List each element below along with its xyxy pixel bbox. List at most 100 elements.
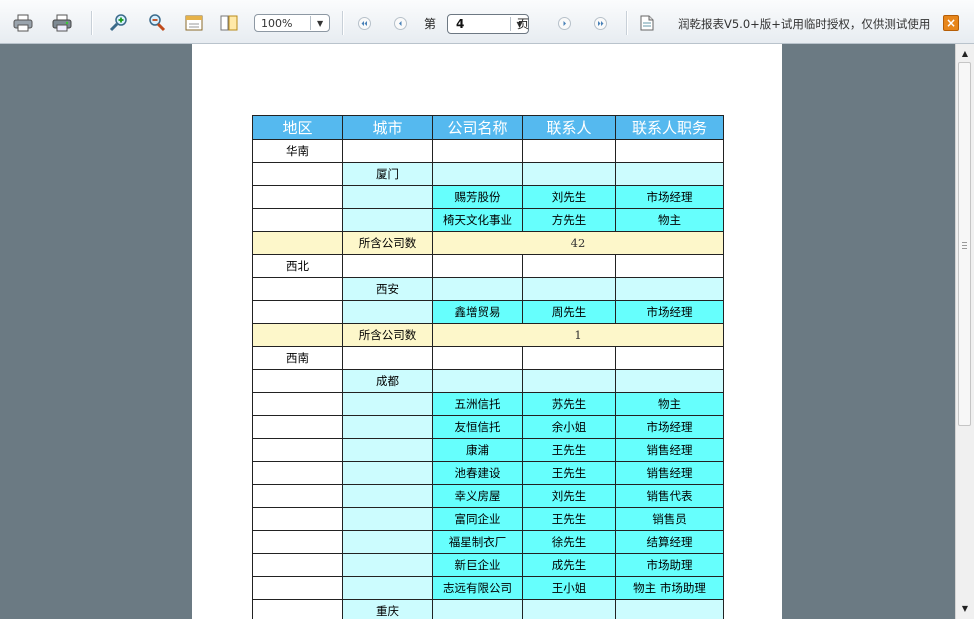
contact-title-cell: 销售经理 (615, 461, 724, 485)
region-cell (252, 162, 343, 186)
contact-title-cell: 市场助理 (615, 553, 724, 577)
table-row-city: 厦门 (252, 162, 724, 186)
city-cell: 成都 (342, 369, 433, 393)
table-row-detail: 康浦 王先生 销售经理 (252, 438, 724, 462)
first-page-icon[interactable] (355, 13, 373, 33)
table-row-region: 西南 (252, 346, 724, 370)
scroll-down-icon[interactable]: ▼ (958, 601, 972, 615)
toolbar-separator (342, 11, 344, 35)
contact-title-cell: 结算经理 (615, 530, 724, 554)
header-contact: 联系人 (522, 115, 616, 140)
contact-title-cell: 市场经理 (615, 300, 724, 324)
chevron-down-icon[interactable]: ▼ (310, 16, 329, 30)
next-page-icon[interactable] (555, 13, 573, 33)
page-setup-icon[interactable] (183, 13, 205, 33)
region-cell: 西北 (252, 254, 343, 278)
close-icon[interactable]: × (943, 15, 959, 31)
company-cell (432, 162, 523, 186)
company-cell (432, 254, 523, 278)
company-cell (432, 369, 523, 393)
fit-page-icon[interactable] (218, 13, 240, 33)
company-cell: 幸义房屋 (432, 484, 523, 508)
region-cell (252, 323, 343, 347)
toolbar-separator (91, 11, 93, 35)
contact-cell: 余小姐 (522, 415, 616, 439)
company-cell: 鑫增贸易 (432, 300, 523, 324)
scroll-up-icon[interactable]: ▲ (958, 46, 972, 60)
contact-cell: 周先生 (522, 300, 616, 324)
city-cell (342, 507, 433, 531)
contact-cell: 刘先生 (522, 185, 616, 209)
contact-cell: 徐先生 (522, 530, 616, 554)
table-row-detail: 新巨企业 成先生 市场助理 (252, 553, 724, 577)
contact-cell (522, 277, 616, 301)
header-city: 城市 (342, 115, 433, 140)
subtotal-value: 42 (432, 231, 724, 255)
header-company: 公司名称 (432, 115, 523, 140)
table-row-detail: 赐芳股份 刘先生 市场经理 (252, 185, 724, 209)
last-page-icon[interactable] (591, 13, 609, 33)
contact-cell: 成先生 (522, 553, 616, 577)
region-cell (252, 185, 343, 209)
region-cell (252, 300, 343, 324)
table-row-subtotal: 所含公司数 42 (252, 231, 724, 255)
city-cell (342, 530, 433, 554)
header-contact-title: 联系人职务 (615, 115, 724, 140)
contact-title-cell: 物主 (615, 208, 724, 232)
contact-cell (522, 139, 616, 163)
license-notice: 润乾报表V5.0+版+试用临时授权，仅供测试使用 (678, 17, 931, 31)
region-cell (252, 208, 343, 232)
company-cell: 康浦 (432, 438, 523, 462)
region-cell (252, 576, 343, 600)
grip-icon (962, 242, 967, 251)
subtotal-label: 所含公司数 (342, 323, 433, 347)
company-cell: 椅天文化事业 (432, 208, 523, 232)
region-cell (252, 438, 343, 462)
contact-title-cell (615, 162, 724, 186)
print-icon[interactable] (12, 13, 34, 33)
city-cell: 厦门 (342, 162, 433, 186)
table-row-subtotal: 所含公司数 1 (252, 323, 724, 347)
zoom-in-icon[interactable] (108, 13, 130, 33)
zoom-select[interactable]: 100% ▼ (254, 14, 330, 32)
company-cell (432, 277, 523, 301)
table-header-row: 地区 城市 公司名称 联系人 联系人职务 (252, 115, 724, 140)
region-cell (252, 553, 343, 577)
vertical-scrollbar[interactable]: ▲ ▼ (955, 44, 974, 619)
company-cell: 富同企业 (432, 507, 523, 531)
contact-title-cell: 销售代表 (615, 484, 724, 508)
report-toolbar: 100% ▼ 第 4 ▼ 页 润乾报表V5.0+版+试用临时授权，仅供测试使用 … (0, 0, 974, 44)
table-row-detail: 友恒信托 余小姐 市场经理 (252, 415, 724, 439)
table-row-city: 重庆 (252, 599, 724, 619)
table-row-detail: 志远有限公司 王小姐 物主 市场助理 (252, 576, 724, 600)
city-cell (342, 300, 433, 324)
city-cell (342, 415, 433, 439)
export-icon[interactable] (638, 13, 656, 33)
company-cell: 五洲信托 (432, 392, 523, 416)
toolbar-separator (626, 11, 628, 35)
company-cell: 志远有限公司 (432, 576, 523, 600)
contact-cell: 王先生 (522, 461, 616, 485)
table-row-detail: 幸义房屋 刘先生 销售代表 (252, 484, 724, 508)
city-cell (342, 484, 433, 508)
region-cell (252, 461, 343, 485)
prev-page-icon[interactable] (391, 13, 409, 33)
zoom-out-icon[interactable] (145, 13, 167, 33)
company-cell: 新巨企业 (432, 553, 523, 577)
table-row-detail: 福星制衣厂 徐先生 结算经理 (252, 530, 724, 554)
print-preview-icon[interactable] (51, 13, 73, 33)
region-cell (252, 392, 343, 416)
contact-cell: 王先生 (522, 438, 616, 462)
subtotal-label: 所含公司数 (342, 231, 433, 255)
contact-title-cell: 销售员 (615, 507, 724, 531)
report-table: 地区 城市 公司名称 联系人 联系人职务 华南 厦门 赐芳股份 刘先生 市场经理 椅天文化… (252, 115, 724, 619)
contact-cell (522, 254, 616, 278)
page-prefix-label: 第 (424, 17, 437, 31)
city-cell (342, 185, 433, 209)
company-cell: 赐芳股份 (432, 185, 523, 209)
contact-title-cell: 物主 (615, 392, 724, 416)
scroll-thumb[interactable] (958, 62, 971, 426)
city-cell (342, 392, 433, 416)
company-cell (432, 346, 523, 370)
report-page: 地区 城市 公司名称 联系人 联系人职务 华南 厦门 赐芳股份 刘先生 市场经理 椅天文化… (192, 44, 782, 619)
